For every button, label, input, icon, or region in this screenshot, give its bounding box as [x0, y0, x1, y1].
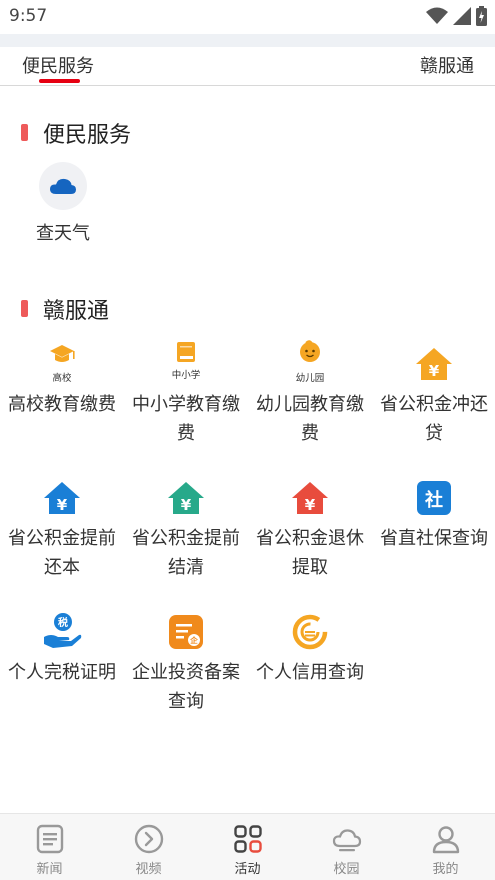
signal-icon — [453, 7, 471, 25]
section-marker — [21, 124, 28, 141]
nav-label: 新闻 — [36, 862, 63, 877]
service-label: 省直社保查询 — [380, 528, 488, 549]
service-label: 企业投资备案查询 — [132, 662, 240, 712]
tab-ganfutong[interactable]: 赣服通 — [420, 52, 474, 78]
grid-squares-icon — [234, 825, 262, 853]
service-item-kindergarten-fee[interactable]: 幼儿园 幼儿园教育缴费 — [248, 340, 372, 448]
graduation-cap-icon: 高校 — [0, 340, 124, 384]
service-label: 省公积金提前还本 — [8, 528, 116, 578]
service-item-tax-certificate[interactable]: 税 个人完税证明 — [0, 608, 124, 687]
svg-text:¥: ¥ — [429, 362, 440, 380]
service-label: 中小学教育缴费 — [132, 394, 240, 444]
service-item-personal-credit-query[interactable]: 个人信用查询 — [248, 608, 372, 687]
status-icons — [426, 6, 487, 26]
icon-caption: 中小学 — [172, 369, 201, 381]
svg-text:¥: ¥ — [181, 496, 192, 514]
cloud-outline-icon — [332, 829, 362, 852]
person-icon — [432, 826, 460, 854]
service-label: 省公积金提前结清 — [132, 528, 240, 578]
nav-news[interactable]: 新闻 — [0, 814, 99, 880]
video-play-icon — [134, 824, 164, 854]
svg-text:税: 税 — [58, 616, 68, 629]
icon-caption: 高校 — [52, 372, 72, 384]
service-item-fund-early-repay[interactable]: ¥ 省公积金提前还本 — [0, 474, 124, 582]
section-title: 赣服通 — [43, 299, 110, 324]
nav-label: 视频 — [135, 862, 162, 877]
nav-mine[interactable]: 我的 — [396, 814, 495, 880]
weather-item[interactable]: 查天气 — [30, 162, 96, 245]
icon-caption: 幼儿园 — [296, 372, 325, 384]
battery-icon — [476, 6, 487, 26]
bottom-nav: 新闻 视频 活动 校园 我的 — [0, 813, 495, 880]
svg-text:社: 社 — [425, 489, 443, 511]
social-security-icon: 社 — [372, 474, 495, 518]
section-title: 便民服务 — [43, 123, 132, 148]
enterprise-doc-icon: 企 — [124, 608, 248, 652]
status-bar: 9:57 — [0, 0, 495, 34]
news-icon — [36, 824, 64, 854]
tab-convenience-services[interactable]: 便民服务 — [22, 52, 94, 78]
nav-label: 校园 — [333, 862, 360, 877]
tab-bar: 便民服务 赣服通 — [0, 47, 495, 86]
tab-active-indicator — [39, 79, 80, 83]
service-label: 个人完税证明 — [8, 662, 116, 683]
book-icon: 中小学 — [124, 340, 248, 384]
nav-campus[interactable]: 校园 — [297, 814, 396, 880]
credit-icon — [248, 608, 372, 652]
nav-activity[interactable]: 活动 — [198, 814, 297, 880]
service-label: 幼儿园教育缴费 — [256, 394, 364, 444]
status-time: 9:57 — [9, 6, 48, 26]
svg-text:¥: ¥ — [305, 496, 316, 514]
nav-label: 活动 — [234, 862, 261, 877]
wifi-icon — [426, 7, 448, 24]
svg-text:企: 企 — [189, 635, 198, 645]
weather-icon-bg — [39, 162, 87, 210]
nav-label: 我的 — [432, 862, 459, 877]
house-yuan-icon: ¥ — [248, 474, 372, 518]
service-label: 省公积金冲还贷 — [380, 394, 488, 444]
service-item-fund-loan-repay[interactable]: ¥ 省公积金冲还贷 — [372, 340, 495, 448]
svg-text:¥: ¥ — [57, 496, 68, 514]
house-yuan-icon: ¥ — [372, 340, 495, 384]
tax-hand-icon: 税 — [0, 608, 124, 652]
weather-label: 查天气 — [36, 223, 90, 244]
nav-video[interactable]: 视频 — [99, 814, 198, 880]
service-label: 高校教育缴费 — [8, 394, 116, 415]
house-yuan-icon: ¥ — [0, 474, 124, 518]
service-item-fund-early-settle[interactable]: ¥ 省公积金提前结清 — [124, 474, 248, 582]
section-marker — [21, 300, 28, 317]
service-item-fund-retire-withdraw[interactable]: ¥ 省公积金退休提取 — [248, 474, 372, 582]
service-label: 省公积金退休提取 — [256, 528, 364, 578]
service-item-school-fee[interactable]: 中小学 中小学教育缴费 — [124, 340, 248, 448]
service-item-social-security-query[interactable]: 社 省直社保查询 — [372, 474, 495, 553]
house-yuan-icon: ¥ — [124, 474, 248, 518]
service-item-university-fee[interactable]: 高校 高校教育缴费 — [0, 340, 124, 419]
child-face-icon: 幼儿园 — [248, 340, 372, 384]
service-item-enterprise-investment-query[interactable]: 企 企业投资备案查询 — [124, 608, 248, 716]
cloud-icon — [50, 178, 76, 194]
service-label: 个人信用查询 — [256, 662, 364, 683]
top-gap — [0, 34, 495, 47]
